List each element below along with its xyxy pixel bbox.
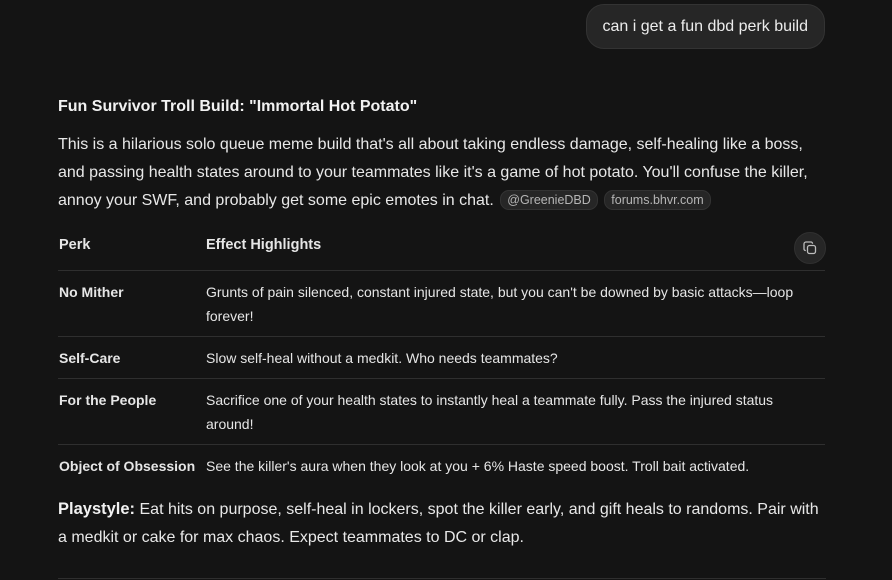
- column-header-effect: Effect Highlights: [205, 232, 825, 271]
- perk-effect-cell: Grunts of pain silenced, constant injure…: [205, 270, 825, 337]
- user-message-bubble: can i get a fun dbd perk build: [585, 4, 825, 49]
- perk-name-cell: Object of Obsession: [59, 458, 196, 474]
- copy-icon: [803, 241, 817, 255]
- perk-effect-cell: See the killer's aura when they look at …: [206, 458, 750, 474]
- perk-effect-cell: Sacrifice one of your health states to i…: [205, 378, 825, 445]
- perk-table: Perk Effect Highlights No Mither Grunts …: [58, 232, 825, 486]
- table-row: For the People Sacrifice one of your hea…: [58, 378, 825, 445]
- playstyle-paragraph: Playstyle: Eat hits on purpose, self-hea…: [58, 495, 826, 552]
- divider: [58, 578, 826, 579]
- playstyle-text: Eat hits on purpose, self-heal in locker…: [58, 501, 819, 546]
- response-intro: This is a hilarious solo queue meme buil…: [58, 131, 826, 215]
- playstyle-label: Playstyle:: [58, 500, 136, 518]
- perk-name-cell: For the People: [58, 378, 205, 445]
- response-heading: Fun Survivor Troll Build: "Immortal Hot …: [58, 98, 418, 115]
- perk-name-cell: Self-Care: [58, 336, 205, 379]
- perk-name-cell: No Mither: [58, 270, 205, 337]
- perk-effect-cell: Slow self-heal without a medkit. Who nee…: [205, 336, 825, 379]
- source-chip-greeniedbd[interactable]: @GreenieDBD: [500, 190, 598, 210]
- copy-table-button[interactable]: [794, 232, 826, 264]
- table-header-row: Perk Effect Highlights: [58, 232, 825, 271]
- perk-table-container: Perk Effect Highlights No Mither Grunts …: [58, 232, 826, 486]
- chat-page: can i get a fun dbd perk build Fun Survi…: [0, 0, 892, 580]
- assistant-response: Fun Survivor Troll Build: "Immortal Hot …: [58, 96, 826, 552]
- column-header-perk: Perk: [58, 232, 205, 271]
- source-chip-forums[interactable]: forums.bhvr.com: [604, 190, 711, 210]
- table-row: Object of Obsession See the killer's aur…: [58, 445, 825, 487]
- table-row: No Mither Grunts of pain silenced, const…: [58, 270, 825, 337]
- table-row: Self-Care Slow self-heal without a medki…: [58, 336, 825, 379]
